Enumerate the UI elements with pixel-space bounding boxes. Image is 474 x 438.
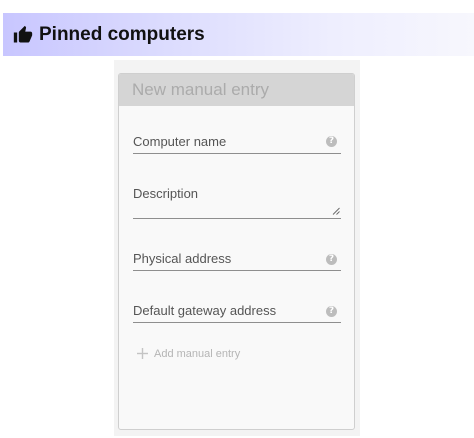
page-title: Pinned computers: [39, 23, 205, 45]
description-field[interactable]: Description: [133, 183, 341, 219]
pinned-computers-header: Pinned computers: [3, 13, 474, 56]
resize-handle-icon[interactable]: [332, 207, 340, 215]
physical-address-label: Physical address: [133, 251, 232, 266]
new-manual-entry-card: New manual entry Computer name ? Descrip…: [118, 73, 355, 430]
description-label: Description: [133, 186, 199, 201]
default-gateway-label: Default gateway address: [133, 303, 277, 318]
computer-name-label: Computer name: [133, 134, 227, 149]
physical-address-help-icon[interactable]: ?: [326, 254, 337, 265]
add-manual-entry-label: Add manual entry: [154, 347, 241, 360]
add-manual-entry-button[interactable]: Add manual entry: [136, 347, 240, 360]
default-gateway-field[interactable]: Default gateway address ?: [133, 300, 341, 323]
computer-name-help-icon[interactable]: ?: [326, 136, 337, 147]
plus-icon: [137, 348, 148, 359]
default-gateway-help-icon[interactable]: ?: [326, 306, 337, 317]
computer-name-field[interactable]: Computer name ?: [133, 131, 341, 154]
physical-address-field[interactable]: Physical address ?: [133, 248, 341, 271]
card-title: New manual entry: [119, 74, 354, 106]
thumbs-up-icon: [13, 25, 33, 42]
